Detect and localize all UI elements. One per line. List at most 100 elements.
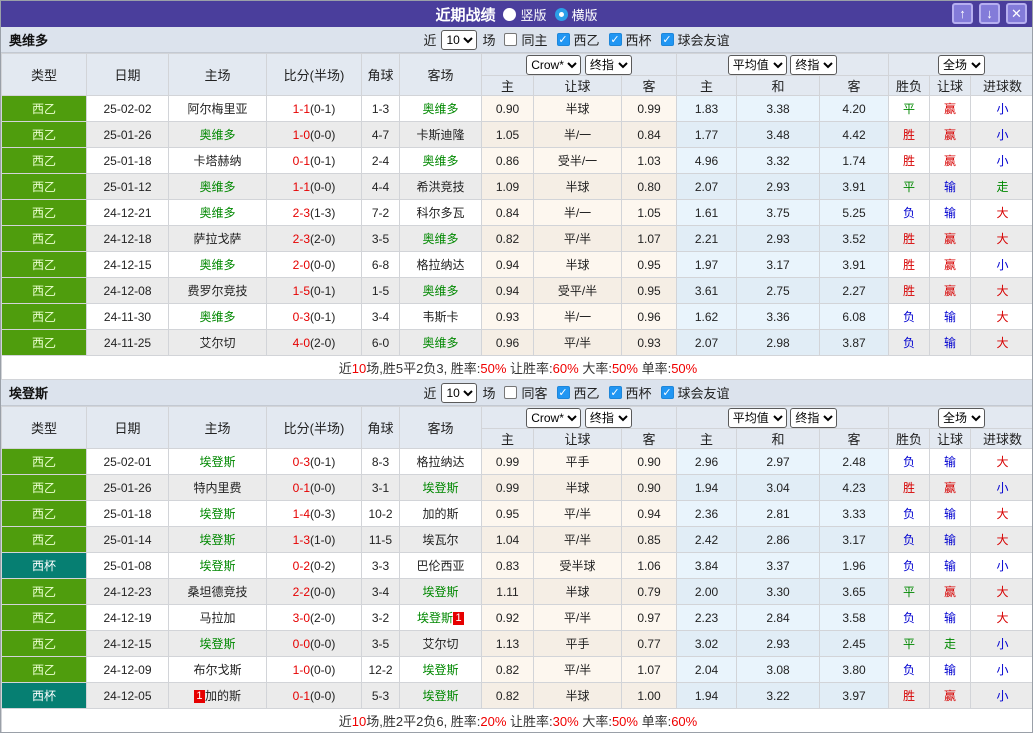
odds-home-cell: 0.82 (481, 225, 534, 252)
fulltime-score: 1-1 (292, 101, 310, 116)
odds-handicap-cell: 平/半 (533, 329, 622, 356)
team-name-text: 奥维多 (199, 310, 236, 324)
summary-text: 场,胜2平2负6, 胜率: (366, 714, 481, 729)
fulltime-score: 1-5 (292, 283, 310, 298)
radio-horizontal-layout[interactable]: 横版 (554, 5, 598, 24)
liga2-label: 西乙 (573, 33, 600, 48)
odds-time-select[interactable]: 终指 (584, 54, 632, 75)
average-select[interactable]: 平均值 (727, 407, 787, 428)
match-row: 西乙 25-02-01 埃登斯 0-3(0-1) 8-3 格拉纳达 0.99 平手 0.90 2.… (1, 448, 1032, 475)
avg-away-cell: 3.91 (819, 173, 890, 200)
league-cell: 西杯 (1, 552, 87, 579)
goals-result-cell: 小 (970, 121, 1032, 148)
match-count-select[interactable]: 10 (441, 29, 478, 50)
handicap-result-cell: 赢 (929, 682, 972, 709)
away-team-cell: 埃登斯 (399, 656, 482, 683)
radio-unselected-icon[interactable] (503, 7, 517, 21)
team-name-text: 奥维多 (199, 128, 236, 142)
avg-home-cell: 4.96 (676, 147, 738, 174)
wdl-result-cell: 平 (888, 578, 931, 605)
wdl-result-cell: 负 (888, 656, 931, 683)
odds-away-cell: 0.80 (620, 173, 678, 200)
corner-cell: 10-2 (361, 500, 400, 527)
odds-away-cell: 0.84 (620, 121, 678, 148)
fulltime-score: 1-1 (292, 179, 310, 194)
match-row: 西乙 25-01-12 奥维多 1-1(0-0) 4-4 希洪竞技 1.09 半球 0.80 2.… (1, 173, 1032, 200)
odds-handicap-cell: 受半/一 (533, 147, 622, 174)
avg-home-cell: 1.83 (676, 95, 738, 122)
team-name-text: 奥维多 (422, 336, 459, 350)
match-row: 西乙 24-12-18 萨拉戈萨 2-3(2-0) 3-5 奥维多 0.82 平/半 1.07 2… (1, 225, 1032, 252)
team-name-text: 阿尔梅里亚 (187, 102, 248, 116)
panel-title: 近期战绩 (435, 6, 496, 24)
col-home: 主场 (168, 406, 267, 449)
halftime-score: (0-0) (310, 257, 336, 272)
move-down-button[interactable]: ↓ (979, 3, 1000, 24)
halftime-score: (0-1) (310, 309, 336, 324)
goals-result-cell: 小 (970, 95, 1032, 122)
away-team-cell: 埃瓦尔 (399, 526, 482, 553)
col-wdl: 胜负 (888, 75, 931, 96)
liga2-checkbox[interactable] (556, 386, 570, 399)
bookmaker-select[interactable]: Crow* (526, 54, 582, 75)
date-cell: 25-01-26 (86, 121, 169, 148)
col-handicap-result: 让球 (929, 75, 972, 96)
team-name-text: 特内里费 (193, 481, 242, 495)
match-count-select[interactable]: 10 (441, 382, 478, 403)
average-time-select[interactable]: 终指 (790, 54, 838, 75)
avg-draw-cell: 2.81 (736, 500, 821, 527)
odds-home-cell: 0.86 (481, 147, 534, 174)
cup-checkbox[interactable] (608, 33, 622, 46)
avg-home-cell: 3.02 (676, 630, 738, 657)
period-select[interactable]: 全场 (938, 407, 986, 428)
avg-draw-cell: 2.84 (736, 604, 821, 631)
team-name-text: 费罗尔竞技 (187, 284, 248, 298)
friendly-checkbox[interactable] (660, 386, 674, 399)
avg-away-cell: 1.96 (819, 552, 890, 579)
avg-draw-cell: 3.75 (736, 199, 821, 226)
avg-away-cell: 4.20 (819, 95, 890, 122)
home-team-cell: 费罗尔竞技 (168, 277, 267, 304)
date-cell: 25-02-01 (86, 448, 169, 475)
goals-result-cell: 大 (970, 448, 1032, 475)
odds-time-select[interactable]: 终指 (584, 407, 632, 428)
halftime-score: (1-3) (310, 205, 336, 220)
league-cell: 西乙 (1, 225, 87, 252)
halftime-score: (0-0) (310, 636, 336, 651)
match-row: 西乙 25-01-18 卡塔赫纳 0-1(0-1) 2-4 奥维多 0.86 受半/一 1.03… (1, 147, 1032, 174)
league-cell: 西乙 (1, 303, 87, 330)
radio-vertical-layout[interactable]: 竖版 (503, 5, 547, 24)
same-home-label: 同主 (521, 33, 548, 48)
same-home-checkbox[interactable] (504, 33, 518, 46)
close-button[interactable]: ✕ (1006, 3, 1027, 24)
score-cell: 0-1(0-0) (266, 682, 362, 709)
col-away: 客场 (399, 53, 482, 96)
goals-result-cell: 大 (970, 526, 1032, 553)
home-team-cell: 萨拉戈萨 (168, 225, 267, 252)
friendly-checkbox[interactable] (660, 33, 674, 46)
score-cell: 0-2(0-2) (266, 552, 362, 579)
home-team-cell: 埃登斯 (168, 552, 267, 579)
col-odds-away: 客 (620, 428, 678, 449)
average-time-select[interactable]: 终指 (790, 407, 838, 428)
score-cell: 1-0(0-0) (266, 121, 362, 148)
period-select[interactable]: 全场 (938, 54, 986, 75)
wdl-result-cell: 胜 (888, 474, 931, 501)
cup-checkbox[interactable] (608, 386, 622, 399)
radio-selected-icon[interactable] (554, 7, 568, 21)
summary-text: 让胜率: (506, 361, 553, 376)
wdl-result-cell: 胜 (888, 121, 931, 148)
same-away-checkbox[interactable] (504, 386, 518, 399)
league-cell: 西乙 (1, 121, 87, 148)
move-up-button[interactable]: ↑ (952, 3, 973, 24)
col-avg-home: 主 (676, 75, 738, 96)
bookmaker-select[interactable]: Crow* (526, 407, 582, 428)
away-team-cell: 奥维多 (399, 95, 482, 122)
handicap-result-cell: 输 (929, 199, 972, 226)
average-select[interactable]: 平均值 (727, 54, 787, 75)
league-cell: 西乙 (1, 147, 87, 174)
corner-cell: 3-4 (361, 578, 400, 605)
liga2-checkbox[interactable] (556, 33, 570, 46)
home-team-cell: 布尔戈斯 (168, 656, 267, 683)
date-cell: 24-11-30 (86, 303, 169, 330)
